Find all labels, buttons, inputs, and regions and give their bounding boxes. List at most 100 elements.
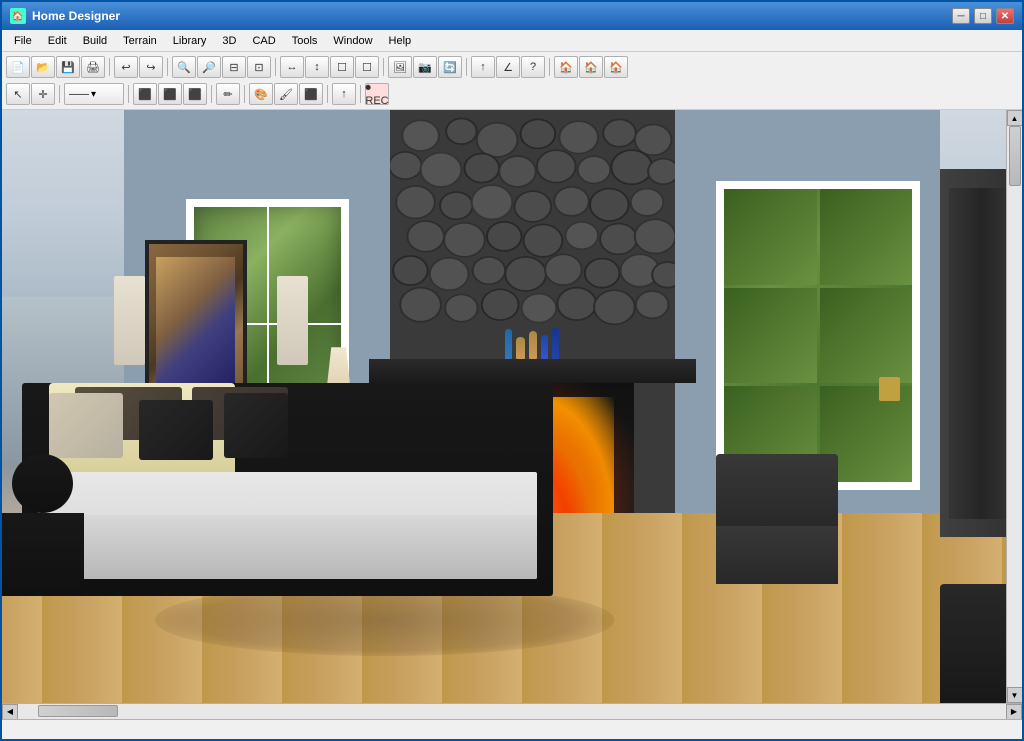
menu-terrain[interactable]: Terrain <box>115 33 165 49</box>
angle-button[interactable]: ∠ <box>496 56 520 78</box>
h-scroll-thumb[interactable] <box>38 705 118 717</box>
separator-9 <box>211 85 212 103</box>
armchair-seat <box>716 526 838 585</box>
vase-5 <box>552 327 559 359</box>
close-button[interactable]: ✕ <box>996 8 1014 24</box>
menu-edit[interactable]: Edit <box>40 33 75 49</box>
window-grid <box>724 189 912 481</box>
print-button[interactable]: 🖨 <box>81 56 105 78</box>
toolbar-row-1: 📄 📂 💾 🖨 ↩ ↪ 🔍 🔎 ⊟ ⊡ ↔ ↕ ☐ ☐ 🖼 📷 🔄 ↑ ∠ ? <box>6 54 1018 80</box>
separator-7 <box>59 85 60 103</box>
blanket <box>38 515 537 579</box>
open-button[interactable]: 📂 <box>31 56 55 78</box>
dropdown-arrow-icon: ▾ <box>91 89 96 100</box>
camera-button[interactable]: 📷 <box>413 56 437 78</box>
window-title: Home Designer <box>32 9 120 23</box>
menu-build[interactable]: Build <box>75 33 115 49</box>
separator-8 <box>128 85 129 103</box>
menu-window[interactable]: Window <box>325 33 380 49</box>
win-pane-1 <box>724 189 817 284</box>
pillow-2 <box>139 400 213 460</box>
h-scroll-track[interactable] <box>18 704 1006 719</box>
vase-3 <box>529 331 537 359</box>
house-button-2[interactable]: 🏠 <box>579 56 603 78</box>
vase-1 <box>505 329 512 359</box>
horizontal-scrollbar[interactable]: ◀ ▶ <box>2 703 1022 719</box>
rotate-button[interactable]: ☐ <box>355 56 379 78</box>
main-window: 🏠 Home Designer ─ □ ✕ File Edit Build Te… <box>0 0 1024 741</box>
select-arrow-button[interactable]: ↖ <box>6 83 30 105</box>
separator-5 <box>466 58 467 76</box>
wall-sconce-left <box>114 276 145 365</box>
menu-tools[interactable]: Tools <box>284 33 326 49</box>
menu-cad[interactable]: CAD <box>244 33 283 49</box>
view3d-button[interactable]: 🖼 <box>388 56 412 78</box>
title-bar-left: 🏠 Home Designer <box>10 8 120 24</box>
door-handle <box>879 377 899 401</box>
maximize-button[interactable]: □ <box>974 8 992 24</box>
vase-2 <box>516 337 525 359</box>
new-button[interactable]: 📄 <box>6 56 30 78</box>
status-bar <box>2 719 1022 739</box>
house-button-3[interactable]: 🏠 <box>604 56 628 78</box>
scroll-left-button[interactable]: ◀ <box>2 704 18 720</box>
arrow-button[interactable]: ↑ <box>471 56 495 78</box>
win-pane-3 <box>724 288 817 383</box>
separator-3 <box>275 58 276 76</box>
zoom-in-button[interactable]: 🔍 <box>172 56 196 78</box>
wall-type-dropdown[interactable]: —— ▾ <box>64 83 124 105</box>
title-controls: ─ □ ✕ <box>952 8 1014 24</box>
vertical-scrollbar[interactable]: ▲ ▼ <box>1006 110 1022 703</box>
record-button[interactable]: ⏺ REC <box>365 83 389 105</box>
select-button[interactable]: ☐ <box>330 56 354 78</box>
room-scene <box>2 110 1022 703</box>
nightstand <box>2 513 84 596</box>
pattern-button[interactable]: ⬛ <box>299 83 323 105</box>
pillow-3 <box>224 393 288 457</box>
orbit-button[interactable]: 🔄 <box>438 56 462 78</box>
minimize-button[interactable]: ─ <box>952 8 970 24</box>
draw-wall-button[interactable]: ⬛ <box>133 83 157 105</box>
pillow-1 <box>49 393 123 457</box>
draw-floor-button[interactable]: ⬛ <box>183 83 207 105</box>
separator-10 <box>244 85 245 103</box>
house-button-1[interactable]: 🏠 <box>554 56 578 78</box>
win-pane-2 <box>820 189 913 284</box>
help-button[interactable]: ? <box>521 56 545 78</box>
separator-12 <box>360 85 361 103</box>
separator-11 <box>327 85 328 103</box>
menu-help[interactable]: Help <box>381 33 420 49</box>
zoom-select-button[interactable]: ⊡ <box>247 56 271 78</box>
wall-sconce-right <box>277 276 308 365</box>
save-button[interactable]: 💾 <box>56 56 80 78</box>
mantel-items <box>410 312 655 359</box>
menu-library[interactable]: Library <box>165 33 215 49</box>
toolbar-row-2: ↖ ✛ —— ▾ ⬛ ⬛ ⬛ ✏ 🎨 🖌 ⬛ ↑ ⏺ REC <box>6 81 1018 107</box>
armchair-back <box>716 454 838 532</box>
zoom-out-button[interactable]: 🔎 <box>197 56 221 78</box>
menu-file[interactable]: File <box>6 33 40 49</box>
3d-viewport[interactable]: ▲ ▼ <box>2 110 1022 703</box>
move-button[interactable]: ✛ <box>31 83 55 105</box>
draw-room-button[interactable]: ⬛ <box>158 83 182 105</box>
scroll-track[interactable] <box>1007 126 1022 687</box>
redo-button[interactable]: ↪ <box>139 56 163 78</box>
pan-button[interactable]: ↔ <box>280 56 304 78</box>
pencil-button[interactable]: ✏ <box>216 83 240 105</box>
scroll-right-button[interactable]: ▶ <box>1006 704 1022 720</box>
dimension-button[interactable]: ↑ <box>332 83 356 105</box>
content-area: ▲ ▼ <box>2 110 1022 703</box>
zoom-fit-button[interactable]: ⊟ <box>222 56 246 78</box>
pan-v-button[interactable]: ↕ <box>305 56 329 78</box>
separator-1 <box>109 58 110 76</box>
undo-button[interactable]: ↩ <box>114 56 138 78</box>
fill-button[interactable]: 🖌 <box>274 83 298 105</box>
wall-type-label: —— <box>69 89 89 100</box>
scroll-down-button[interactable]: ▼ <box>1007 687 1023 703</box>
toolbar-area: 📄 📂 💾 🖨 ↩ ↪ 🔍 🔎 ⊟ ⊡ ↔ ↕ ☐ ☐ 🖼 📷 🔄 ↑ ∠ ? <box>2 52 1022 110</box>
bed <box>22 359 552 596</box>
color-button[interactable]: 🎨 <box>249 83 273 105</box>
scroll-up-button[interactable]: ▲ <box>1007 110 1023 126</box>
menu-3d[interactable]: 3D <box>214 33 244 49</box>
scroll-thumb[interactable] <box>1009 126 1021 186</box>
